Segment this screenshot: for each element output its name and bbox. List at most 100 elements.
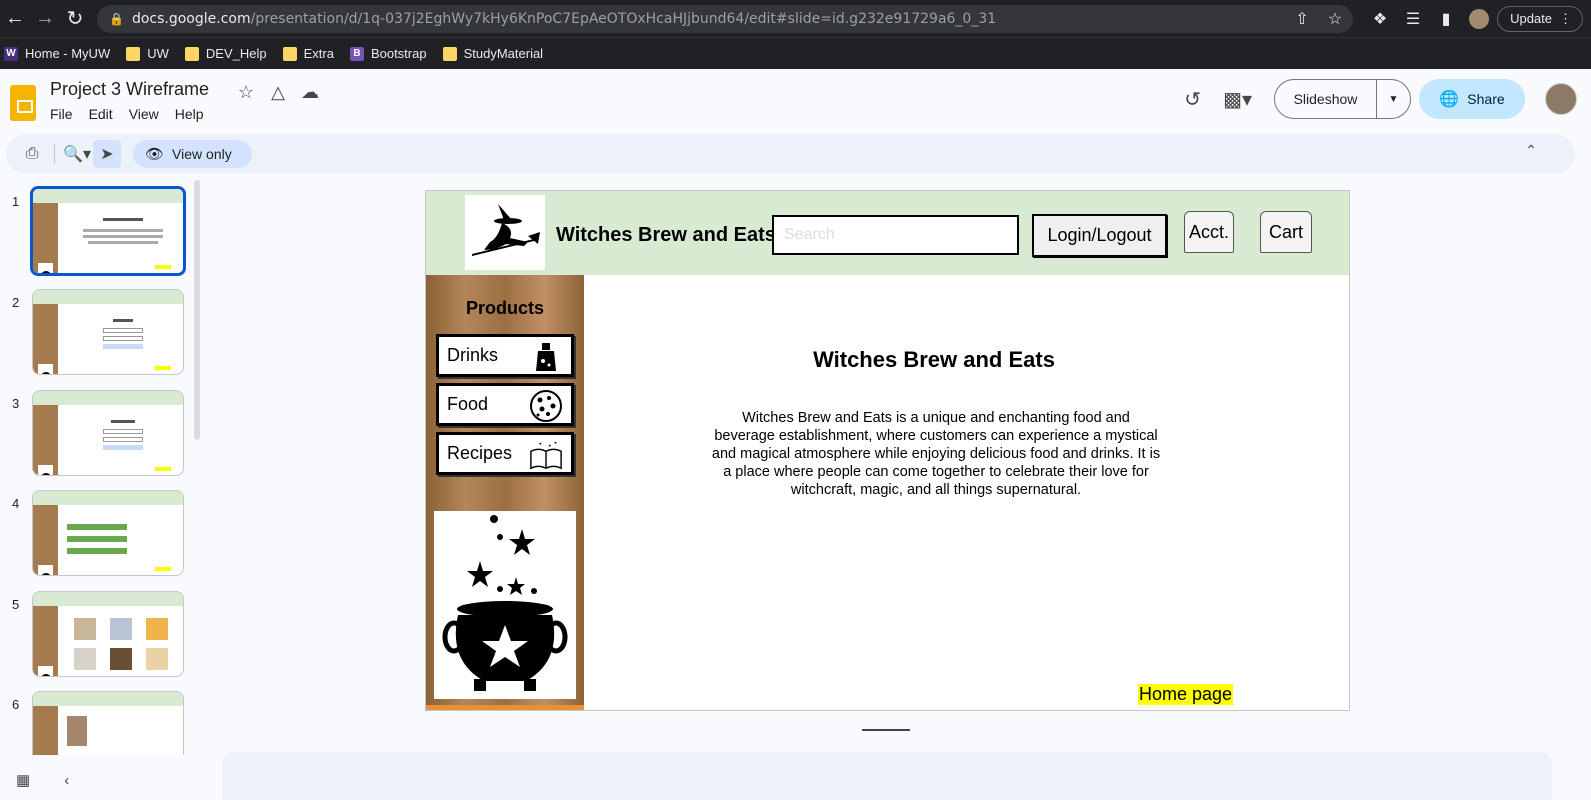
collapse-panel-icon[interactable]: ‹ bbox=[64, 772, 69, 789]
slide-thumbnail[interactable] bbox=[32, 591, 184, 677]
slide-number: 5 bbox=[12, 597, 20, 612]
more-icon: ⋮ bbox=[1559, 10, 1572, 26]
category-label: Drinks bbox=[447, 345, 499, 365]
category-label: Recipes bbox=[447, 443, 513, 463]
slides-logo-icon[interactable] bbox=[10, 85, 36, 121]
bookmark-studymaterial[interactable]: StudyMaterial bbox=[442, 46, 543, 61]
back-icon[interactable]: ← bbox=[0, 4, 30, 34]
slide-number: 1 bbox=[12, 194, 20, 209]
slide-number: 3 bbox=[12, 396, 20, 411]
folder-icon bbox=[282, 46, 297, 61]
menu-edit[interactable]: Edit bbox=[89, 106, 113, 122]
folder-icon bbox=[442, 46, 457, 61]
witch-logo-icon bbox=[465, 195, 545, 270]
login-logout-button[interactable]: Login/Logout bbox=[1032, 214, 1167, 257]
account-button[interactable]: Acct. bbox=[1184, 211, 1234, 253]
bootstrap-icon: B bbox=[349, 46, 364, 61]
category-food[interactable]: Food bbox=[436, 383, 574, 426]
document-title[interactable]: Project 3 Wireframe bbox=[50, 79, 209, 100]
chevron-up-icon[interactable]: ⌃ bbox=[1525, 142, 1537, 159]
lock-icon: 🔒 bbox=[109, 12, 124, 26]
avatar[interactable] bbox=[1545, 83, 1577, 115]
filmstrip-item[interactable]: 3 bbox=[0, 390, 200, 482]
slide-thumbnail[interactable] bbox=[32, 691, 184, 755]
filmstrip-item[interactable]: 5 bbox=[0, 591, 200, 683]
cloud-status-icon[interactable]: ☁ bbox=[294, 82, 326, 103]
grid-view-icon[interactable]: ▦ bbox=[16, 771, 30, 789]
cookie-icon bbox=[529, 389, 563, 422]
slide-thumbnail[interactable] bbox=[30, 186, 186, 276]
view-only-label: View only bbox=[172, 146, 232, 162]
bookmark-uw[interactable]: UW bbox=[126, 46, 169, 61]
bookmark-myuw[interactable]: W Home - MyUW bbox=[4, 46, 110, 61]
move-to-drive-icon[interactable]: △ bbox=[262, 82, 294, 103]
share-page-icon[interactable]: ⇧ bbox=[1287, 4, 1317, 34]
star-icon[interactable]: ☆ bbox=[230, 82, 262, 103]
cart-button[interactable]: Cart bbox=[1260, 211, 1312, 253]
slideshow-button[interactable]: Slideshow ▼ bbox=[1274, 79, 1411, 119]
slide-thumbnail[interactable] bbox=[32, 390, 184, 476]
bookmark-extra[interactable]: Extra bbox=[282, 46, 334, 61]
reload-icon[interactable]: ↻ bbox=[60, 4, 90, 34]
profile-avatar[interactable] bbox=[1464, 4, 1494, 34]
select-cursor-icon[interactable]: ➤ bbox=[93, 140, 121, 168]
menu-view[interactable]: View bbox=[129, 106, 159, 122]
reading-list-icon[interactable]: ☰ bbox=[1398, 4, 1428, 34]
category-label: Food bbox=[447, 394, 489, 414]
potion-bottle-icon bbox=[529, 340, 563, 373]
eye-icon: 👁 bbox=[145, 146, 165, 163]
meet-camera-icon[interactable]: ▩▾ bbox=[1223, 87, 1252, 112]
bookmark-dev-help[interactable]: DEV_Help bbox=[184, 46, 267, 61]
forward-icon[interactable]: → bbox=[30, 4, 60, 34]
main-description: Witches Brew and Eats is a unique and en… bbox=[711, 410, 1161, 498]
filmstrip-scrollbar[interactable] bbox=[194, 180, 200, 440]
slide-thumbnail[interactable] bbox=[32, 490, 184, 576]
cauldron-icon bbox=[434, 511, 576, 699]
spellbook-icon bbox=[529, 438, 563, 471]
zoom-icon[interactable]: 🔍▾ bbox=[63, 140, 91, 168]
page-label: Home page bbox=[1138, 684, 1234, 705]
bookmark-star-icon[interactable]: ☆ bbox=[1320, 4, 1350, 34]
search-input[interactable] bbox=[772, 215, 1019, 255]
address-bar[interactable]: 🔒 docs.google.com/presentation/d/1q-037j… bbox=[97, 5, 1353, 33]
toolbar-divider bbox=[54, 144, 55, 164]
slide-number: 4 bbox=[12, 496, 20, 511]
url-text: docs.google.com/presentation/d/1q-037j2E… bbox=[131, 11, 997, 27]
update-button[interactable]: Update ⋮ bbox=[1497, 5, 1583, 32]
slide-thumbnail[interactable] bbox=[32, 289, 184, 375]
filmstrip-item[interactable]: 4 bbox=[0, 490, 200, 582]
slide-canvas: Witches Brew and Eats Login/Logout Acct.… bbox=[425, 190, 1350, 711]
folder-icon bbox=[126, 46, 141, 61]
globe-icon: 🌐 bbox=[1439, 91, 1460, 108]
menu-bar: File Edit View Help bbox=[50, 106, 220, 122]
main-title: Witches Brew and Eats bbox=[813, 347, 1055, 372]
version-history-icon[interactable]: ↺ bbox=[1184, 87, 1201, 112]
filmstrip-item[interactable]: 1 bbox=[0, 186, 200, 280]
toolbar: ⎙ 🔍▾ ➤ 👁 View only ⌃ bbox=[6, 134, 1575, 174]
brand-title: Witches Brew and Eats bbox=[556, 224, 776, 246]
speaker-notes-panel[interactable] bbox=[222, 752, 1552, 800]
category-recipes[interactable]: Recipes bbox=[436, 432, 574, 475]
filmstrip-item[interactable]: 6 bbox=[0, 691, 200, 755]
slideshow-label[interactable]: Slideshow bbox=[1275, 80, 1377, 118]
menu-help[interactable]: Help bbox=[175, 106, 204, 122]
extensions-icon[interactable]: ❖ bbox=[1365, 4, 1395, 34]
slide-number: 6 bbox=[12, 697, 20, 712]
share-button[interactable]: 🌐 Share bbox=[1419, 79, 1525, 119]
notes-resize-handle[interactable] bbox=[862, 729, 910, 731]
side-panel-icon[interactable]: ▮ bbox=[1431, 4, 1461, 34]
bookmarks-bar: W Home - MyUW UW DEV_Help Extra B Bootstra… bbox=[0, 37, 1591, 69]
myuw-icon: W bbox=[4, 46, 18, 61]
menu-file[interactable]: File bbox=[50, 106, 73, 122]
products-heading: Products bbox=[465, 298, 544, 318]
bookmark-bootstrap[interactable]: B Bootstrap bbox=[349, 46, 427, 61]
filmstrip-item[interactable]: 2 bbox=[0, 289, 200, 381]
folder-icon bbox=[184, 46, 199, 61]
chevron-down-icon[interactable]: ▼ bbox=[1377, 94, 1410, 105]
category-drinks[interactable]: Drinks bbox=[436, 334, 574, 377]
slide-number: 2 bbox=[12, 295, 20, 310]
print-icon[interactable]: ⎙ bbox=[18, 140, 46, 168]
share-label: Share bbox=[1467, 91, 1505, 107]
slide-filmstrip: 1 2 3 4 5 6 bbox=[0, 180, 215, 755]
view-only-button[interactable]: 👁 View only bbox=[133, 140, 252, 168]
